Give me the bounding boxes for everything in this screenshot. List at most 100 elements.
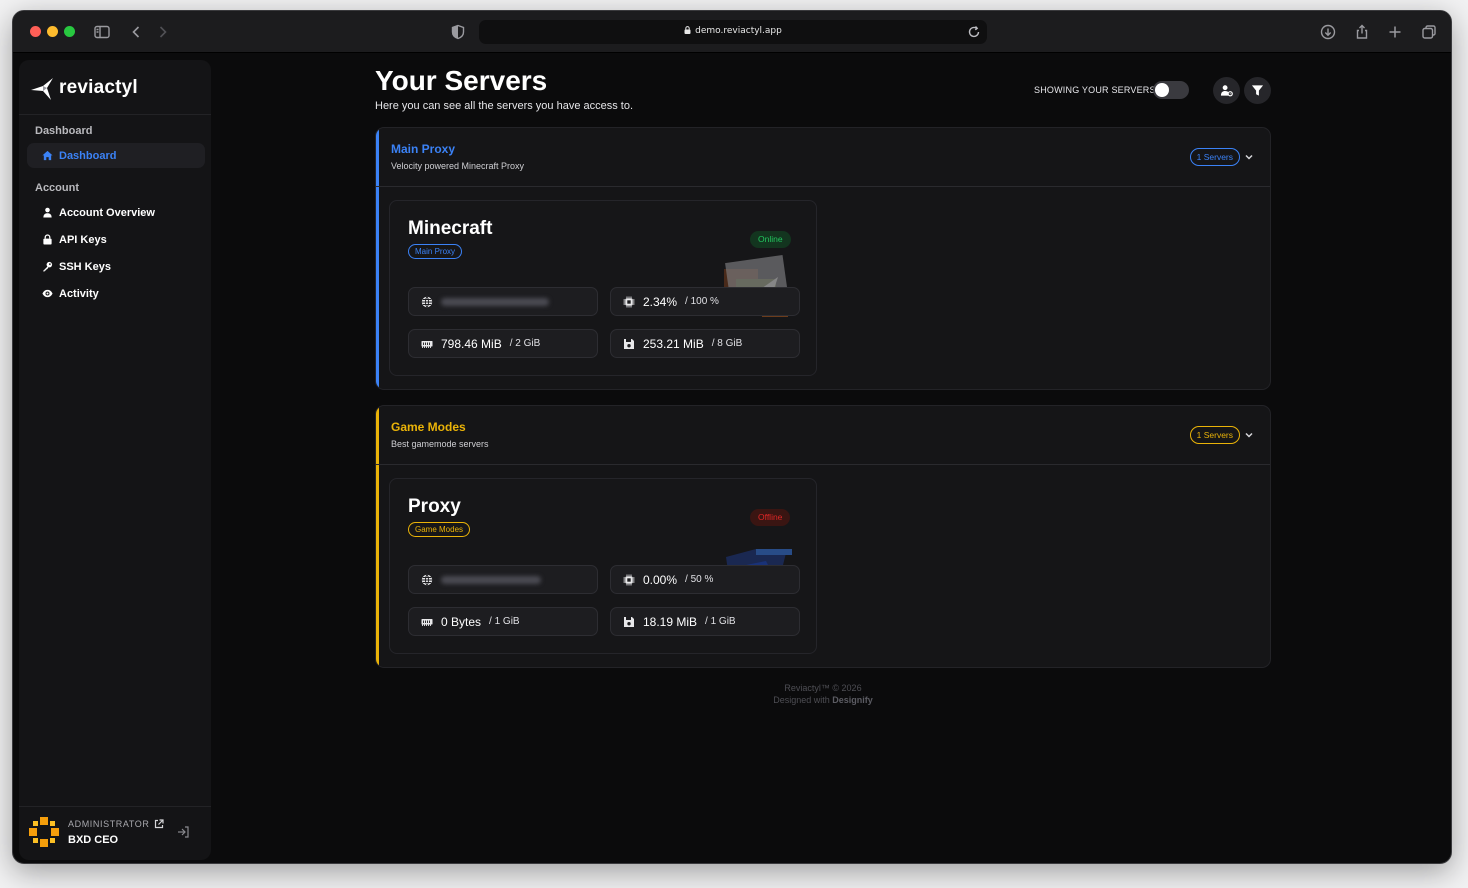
redacted-address (441, 575, 541, 584)
cpu-value: 2.34% (643, 294, 678, 309)
cpu-usage: 0.00% / 50 % (610, 565, 800, 594)
share-icon[interactable] (1352, 22, 1372, 42)
reload-icon[interactable] (965, 23, 983, 41)
disk-usage: 18.19 MiB / 1 GiB (610, 607, 800, 636)
key-icon (42, 261, 53, 272)
sidebar-item-ssh-keys[interactable]: SSH Keys (27, 254, 205, 279)
cpu-value: 0.00% (643, 572, 678, 587)
server-address (408, 565, 598, 594)
forward-icon[interactable] (153, 22, 173, 42)
filter-icon (1251, 85, 1264, 96)
sidebar-item-label: Activity (59, 287, 99, 300)
home-icon (42, 150, 53, 161)
sidebar: reviactyl Dashboard Dashboard Account Ac… (19, 60, 211, 860)
group-name: Game Modes (391, 420, 466, 434)
footer-copyright: Reviactyl™ © 2026 (784, 683, 862, 693)
memory-value: 0 Bytes (441, 614, 482, 629)
memory-icon (421, 340, 433, 348)
server-address (408, 287, 598, 316)
tab-overview-icon[interactable] (1419, 22, 1439, 42)
redacted-address (441, 297, 549, 306)
divider (376, 186, 1270, 187)
address-bar[interactable]: demo.reviactyl.app (479, 20, 987, 44)
server-group-tag: Game Modes (408, 522, 471, 537)
sidebar-item-activity[interactable]: Activity (27, 281, 205, 306)
user-cog-icon (1220, 85, 1233, 97)
reviactyl-logo-icon (31, 78, 53, 100)
page-title: Your Servers (375, 65, 548, 96)
divider (19, 114, 211, 115)
cpu-limit: / 50 % (685, 574, 714, 585)
lock-icon (43, 234, 52, 245)
disk-limit: / 8 GiB (711, 338, 743, 349)
back-icon[interactable] (126, 22, 146, 42)
group-name: Main Proxy (391, 142, 456, 156)
sidebar-item-label: Dashboard (59, 149, 117, 162)
minimize-window-button[interactable] (47, 26, 58, 37)
divider (376, 464, 1270, 465)
memory-value: 798.46 MiB (441, 336, 502, 351)
server-card[interactable]: Minecraft Main Proxy Online 2.34% / 100 … (389, 200, 817, 376)
disk-usage: 253.21 MiB / 8 GiB (610, 329, 800, 358)
group-accent-bar (376, 128, 379, 389)
globe-icon (421, 573, 433, 586)
server-group-game-modes: Game Modes Best gamemode servers 1 Serve… (375, 405, 1271, 668)
downloads-icon[interactable] (1318, 22, 1338, 42)
sidebar-item-dashboard[interactable]: Dashboard (27, 143, 205, 168)
status-badge: Online (750, 231, 791, 248)
user-role: ADMINISTRATOR (68, 819, 165, 829)
sidebar-toggle-icon[interactable] (92, 22, 112, 42)
logout-icon[interactable] (176, 825, 190, 839)
user-icon (43, 207, 52, 218)
user-name: BXD CEO (68, 834, 119, 846)
disk-value: 18.19 MiB (643, 614, 698, 629)
external-link-icon[interactable] (154, 819, 165, 829)
toggle-knob (1155, 83, 1169, 97)
footer-credit-brand[interactable]: Designify (832, 695, 873, 705)
group-server-count: 1 Servers (1189, 426, 1240, 444)
chevron-down-icon[interactable] (1244, 152, 1254, 162)
disk-icon (624, 338, 634, 349)
lock-icon (684, 26, 691, 34)
memory-usage: 0 Bytes / 1 GiB (408, 607, 598, 636)
filter-button[interactable] (1244, 77, 1271, 104)
memory-icon (421, 618, 433, 626)
sidebar-item-account-overview[interactable]: Account Overview (27, 200, 205, 225)
server-group-main-proxy: Main Proxy Velocity powered Minecraft Pr… (375, 127, 1271, 390)
cpu-icon (623, 574, 635, 585)
disk-value: 253.21 MiB (643, 336, 704, 351)
memory-limit: / 2 GiB (509, 338, 541, 349)
footer-credit-prefix: Designed with (773, 695, 830, 705)
server-name: Minecraft (408, 218, 493, 239)
disk-limit: / 1 GiB (705, 616, 736, 627)
group-server-count: 1 Servers (1189, 148, 1240, 166)
section-title-dashboard: Dashboard (35, 125, 93, 137)
globe-icon (421, 295, 433, 308)
sidebar-item-label: SSH Keys (59, 260, 111, 273)
close-window-button[interactable] (30, 26, 41, 37)
memory-limit: / 1 GiB (489, 616, 520, 627)
cpu-usage: 2.34% / 100 % (610, 287, 800, 316)
privacy-shield-icon[interactable] (448, 22, 468, 42)
server-card[interactable]: Proxy Game Modes Offline 0.00% / 50 % 0 … (389, 478, 817, 654)
add-subuser-button[interactable] (1213, 77, 1240, 104)
avatar[interactable] (29, 817, 59, 847)
browser-toolbar: demo.reviactyl.app (13, 11, 1451, 53)
group-accent-bar (376, 406, 379, 667)
status-badge: Offline (750, 509, 791, 526)
new-tab-icon[interactable] (1385, 22, 1405, 42)
chevron-down-icon[interactable] (1244, 430, 1254, 440)
eye-icon (42, 289, 53, 298)
divider (19, 806, 211, 807)
page-subtitle: Here you can see all the servers you hav… (375, 100, 634, 112)
logo-text: reviactyl (59, 77, 138, 98)
zoom-window-button[interactable] (64, 26, 75, 37)
cpu-limit: / 100 % (685, 296, 719, 307)
show-all-servers-toggle[interactable] (1153, 81, 1189, 99)
logo[interactable]: reviactyl (29, 74, 138, 102)
browser-window: demo.reviactyl.app reviactyl Dashboard D… (12, 10, 1452, 864)
cpu-icon (623, 296, 635, 307)
url-text: demo.reviactyl.app (695, 26, 782, 36)
section-title-account: Account (35, 182, 79, 194)
sidebar-item-api-keys[interactable]: API Keys (27, 227, 205, 252)
